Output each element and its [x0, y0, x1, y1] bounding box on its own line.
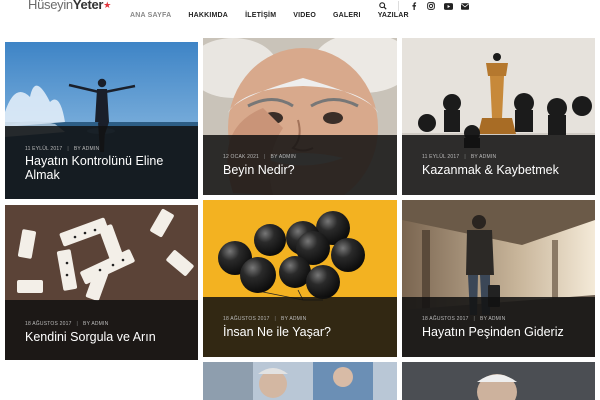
email-icon[interactable]: [460, 1, 470, 11]
post-title[interactable]: Kazanmak & Kaybetmek: [422, 163, 585, 177]
post-date: 18 AĞUSTOS 2017: [223, 316, 270, 322]
post-meta: 18 AĞUSTOS 2017 | BY ADMIN: [25, 321, 109, 327]
post-card[interactable]: 11 EYLÜL 2017 | BY ADMIN Kazanmak & Kaybet…: [402, 38, 595, 195]
site-header: HüseyinYeter★ ANA SAYFA HAKKIMDA İLETİŞİ…: [0, 0, 600, 34]
nav-item-video[interactable]: VIDEO: [293, 12, 316, 19]
post-card[interactable]: 18 AĞUSTOS 2017 | BY ADMIN İnsan Ne ile Ya…: [203, 200, 397, 357]
post-meta: 18 AĞUSTOS 2017 | BY ADMIN: [223, 316, 307, 322]
instagram-icon[interactable]: [426, 1, 436, 11]
post-title-line: Hayatın Kontrolünü Eline: [25, 154, 164, 168]
post-title-line: Almak: [25, 168, 60, 182]
post-title[interactable]: Hayatın Kontrolünü Eline Almak: [25, 154, 188, 182]
post-author[interactable]: BY ADMIN: [281, 316, 306, 322]
logo-first-name: Hüseyin: [28, 0, 73, 12]
post-image: [203, 362, 397, 400]
post-card[interactable]: [402, 362, 595, 400]
logo-star-icon: ★: [103, 0, 111, 10]
post-meta: 11 EYLÜL 2017 | BY ADMIN: [422, 154, 497, 160]
main-nav: ANA SAYFA HAKKIMDA İLETİŞİM VIDEO GALERI…: [130, 12, 426, 19]
post-author[interactable]: BY ADMIN: [83, 321, 108, 327]
post-author[interactable]: BY ADMIN: [480, 316, 505, 322]
post-meta: 18 AĞUSTOS 2017 | BY ADMIN: [422, 316, 506, 322]
post-card[interactable]: 11 EYLÜL 2017 | BY ADMIN Hayatın Kontrolün…: [5, 42, 198, 199]
post-title-line: Hayatın Peşinden Gideriz: [422, 325, 564, 339]
post-date: 11 EYLÜL 2017: [422, 154, 460, 160]
nav-item-home[interactable]: ANA SAYFA: [130, 12, 171, 19]
nav-item-gallery[interactable]: GALERI: [333, 12, 361, 19]
nav-item-posts[interactable]: YAZILAR: [378, 12, 409, 19]
post-date: 11 EYLÜL 2017: [25, 146, 63, 152]
site-logo[interactable]: HüseyinYeter★: [28, 0, 111, 12]
post-author[interactable]: BY ADMIN: [471, 154, 496, 160]
post-meta: 12 OCAK 2021 | BY ADMIN: [223, 154, 296, 160]
post-meta: 11 EYLÜL 2017 | BY ADMIN: [25, 146, 100, 152]
search-icon[interactable]: [378, 1, 388, 11]
post-author[interactable]: BY ADMIN: [74, 146, 99, 152]
header-divider: [398, 1, 399, 11]
youtube-icon[interactable]: [443, 1, 453, 11]
post-author[interactable]: BY ADMIN: [271, 154, 296, 160]
post-card[interactable]: [203, 362, 397, 400]
post-title[interactable]: Hayatın Peşinden Gideriz: [422, 325, 585, 339]
post-image: [402, 362, 595, 400]
post-title-line: İnsan Ne ile Yaşar?: [223, 325, 331, 339]
logo-last-name: Yeter: [72, 0, 104, 12]
post-date: 18 AĞUSTOS 2017: [422, 316, 469, 322]
post-title[interactable]: Kendini Sorgula ve Arın: [25, 330, 188, 344]
post-card[interactable]: 18 AĞUSTOS 2017 | BY ADMIN Hayatın Peşinde…: [402, 200, 595, 357]
post-title[interactable]: İnsan Ne ile Yaşar?: [223, 325, 387, 339]
post-title-line: Kazanmak & Kaybetmek: [422, 163, 559, 177]
post-title-line: Kendini Sorgula ve Arın: [25, 330, 156, 344]
post-title-line: Beyin Nedir?: [223, 163, 295, 177]
header-icons: [378, 1, 477, 11]
post-date: 12 OCAK 2021: [223, 154, 260, 160]
nav-item-contact[interactable]: İLETİŞİM: [245, 12, 276, 19]
nav-item-about[interactable]: HAKKIMDA: [188, 12, 228, 19]
post-title[interactable]: Beyin Nedir?: [223, 163, 387, 177]
post-date: 18 AĞUSTOS 2017: [25, 321, 72, 327]
post-card[interactable]: 18 AĞUSTOS 2017 | BY ADMIN Kendini Sorgula…: [5, 205, 198, 360]
post-card[interactable]: 12 OCAK 2021 | BY ADMIN Beyin Nedir?: [203, 38, 397, 195]
facebook-icon[interactable]: [409, 1, 419, 11]
